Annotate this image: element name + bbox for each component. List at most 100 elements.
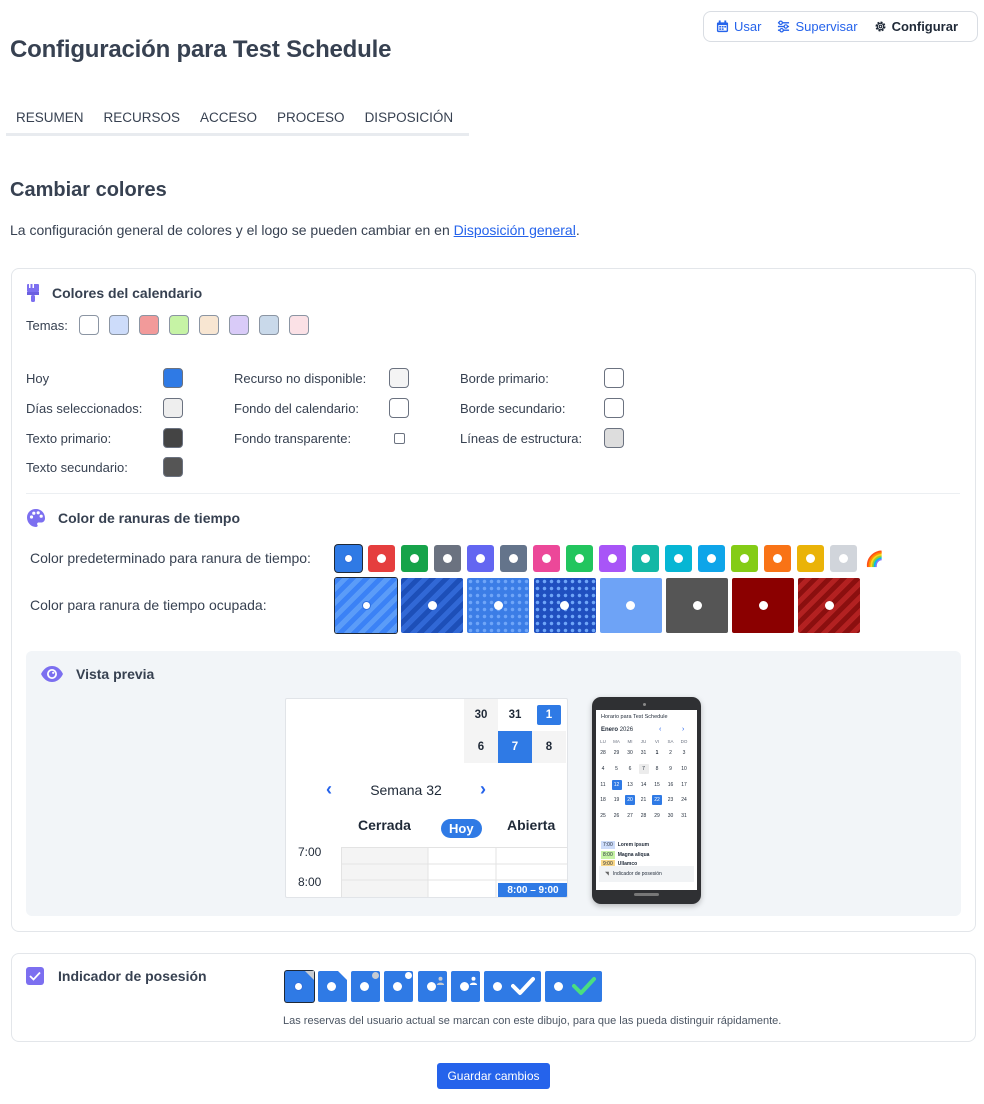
possession-style[interactable] bbox=[484, 971, 541, 1002]
possession-style[interactable] bbox=[418, 971, 447, 1002]
slot-color-swatch[interactable] bbox=[632, 545, 659, 572]
color-setting-swatch[interactable] bbox=[163, 457, 183, 477]
phone-event-time: 7:00 bbox=[601, 841, 615, 849]
transparent-checkbox[interactable] bbox=[394, 433, 405, 444]
phone-day: 26 bbox=[613, 813, 620, 820]
chevron-left-icon[interactable]: ‹ bbox=[659, 726, 661, 733]
color-setting-label: Fondo transparente: bbox=[234, 431, 352, 446]
theme-picker: Temas: bbox=[26, 315, 319, 335]
chevron-right-icon[interactable]: › bbox=[480, 779, 486, 800]
nav-use[interactable]: Usar bbox=[716, 19, 761, 34]
day-cell-selected: 7 bbox=[498, 731, 532, 763]
color-setting-swatch[interactable] bbox=[389, 368, 409, 388]
color-setting-swatch[interactable] bbox=[163, 428, 183, 448]
theme-swatch[interactable] bbox=[288, 315, 309, 335]
theme-swatch[interactable] bbox=[258, 315, 279, 335]
theme-swatch[interactable] bbox=[138, 315, 159, 335]
dog-ear-icon bbox=[338, 971, 347, 980]
camera-icon bbox=[643, 703, 646, 706]
possession-description: Las reservas del usuario actual se marca… bbox=[283, 1015, 782, 1027]
tab-layout[interactable]: DISPOSICIÓN bbox=[365, 106, 454, 133]
possession-style[interactable] bbox=[384, 971, 413, 1002]
color-setting-swatch[interactable] bbox=[389, 398, 409, 418]
corner-fold-icon bbox=[305, 971, 314, 980]
slot-color-swatch[interactable] bbox=[533, 545, 560, 572]
phone-year: 2026 bbox=[619, 727, 634, 733]
user-icon bbox=[436, 972, 445, 990]
slot-color-swatch[interactable] bbox=[797, 545, 824, 572]
color-setting-swatch[interactable] bbox=[604, 398, 624, 418]
nav-supervise[interactable]: Supervisar bbox=[777, 19, 858, 34]
general-layout-link[interactable]: Disposición general bbox=[454, 222, 576, 238]
gear-icon bbox=[875, 21, 886, 32]
color-setting-swatch[interactable] bbox=[604, 368, 624, 388]
possession-toggle[interactable]: Indicador de posesión bbox=[26, 967, 207, 985]
busy-slot-dot bbox=[758, 601, 768, 610]
tab-access[interactable]: ACCESO bbox=[200, 106, 257, 133]
slot-colors-heading: Color de ranuras de tiempo bbox=[26, 508, 240, 528]
week-navigator: ‹ Semana 32 › bbox=[326, 779, 486, 800]
slot-color-dot bbox=[377, 554, 386, 563]
busy-slot-swatch[interactable] bbox=[335, 578, 397, 633]
tab-summary[interactable]: RESUMEN bbox=[16, 106, 84, 133]
slot-color-swatch[interactable] bbox=[764, 545, 791, 572]
slot-color-swatch[interactable] bbox=[566, 545, 593, 572]
preview-heading: Vista previa bbox=[40, 665, 154, 683]
slot-color-swatch[interactable] bbox=[434, 545, 461, 572]
possession-style[interactable] bbox=[545, 971, 602, 1002]
possession-style[interactable] bbox=[451, 971, 480, 1002]
busy-slot-swatch[interactable] bbox=[533, 578, 596, 633]
busy-slot-swatch[interactable] bbox=[798, 578, 861, 633]
theme-swatch[interactable] bbox=[168, 315, 189, 335]
save-button[interactable]: Guardar cambios bbox=[437, 1063, 550, 1089]
nav-configure[interactable]: Configurar bbox=[874, 19, 958, 34]
calendar-colors-heading-label: Colores del calendario bbox=[52, 285, 203, 301]
slot-color-swatch[interactable] bbox=[368, 545, 395, 572]
phone-event-time: 8:00 bbox=[601, 850, 615, 859]
chevron-right-icon[interactable]: › bbox=[682, 726, 684, 733]
slot-color-swatch[interactable] bbox=[731, 545, 758, 572]
day-cell: 6 bbox=[464, 731, 498, 763]
themes-label: Temas: bbox=[26, 317, 68, 333]
slot-color-swatch[interactable] bbox=[401, 545, 428, 572]
color-setting-swatch[interactable] bbox=[163, 368, 183, 388]
chevron-left-icon[interactable]: ‹ bbox=[326, 779, 332, 800]
theme-swatch[interactable] bbox=[108, 315, 129, 335]
phone-day: 1 bbox=[655, 750, 659, 756]
rainbow-icon[interactable]: 🌈 bbox=[865, 550, 884, 568]
phone-day: 19 bbox=[613, 797, 620, 804]
slot-color-swatch[interactable] bbox=[830, 545, 857, 572]
checkbox-checked-icon[interactable] bbox=[26, 967, 44, 985]
possession-style[interactable] bbox=[351, 971, 380, 1002]
phone-day: 16 bbox=[667, 781, 674, 788]
busy-slot-swatch[interactable] bbox=[467, 578, 530, 633]
possession-style[interactable] bbox=[318, 971, 347, 1002]
phone-weekday: SA bbox=[667, 739, 674, 744]
theme-swatch[interactable] bbox=[78, 315, 99, 335]
busy-slot-swatch[interactable] bbox=[732, 578, 795, 633]
slot-color-swatch[interactable] bbox=[665, 545, 692, 572]
slot-color-swatch[interactable] bbox=[500, 545, 527, 572]
phone-event-label: Lorem ipsum bbox=[617, 842, 650, 848]
slot-color-swatch[interactable] bbox=[335, 545, 362, 572]
top-navigation: Usar Supervisar Configurar bbox=[703, 11, 978, 42]
slot-color-swatch[interactable] bbox=[467, 545, 494, 572]
phone-indicator: ◥ Indicador de posesión bbox=[599, 866, 694, 882]
slot-color-dot bbox=[707, 554, 716, 563]
theme-swatch[interactable] bbox=[228, 315, 249, 335]
tab-resources[interactable]: RECURSOS bbox=[104, 106, 181, 133]
slot-color-dot bbox=[839, 554, 848, 563]
busy-slot-swatch[interactable] bbox=[666, 578, 728, 633]
slot-color-swatch[interactable] bbox=[599, 545, 626, 572]
busy-slot-swatch[interactable] bbox=[401, 578, 464, 633]
tab-process[interactable]: PROCESO bbox=[277, 106, 345, 133]
slot-color-dot bbox=[773, 554, 782, 563]
color-setting-swatch[interactable] bbox=[604, 428, 624, 448]
color-setting-swatch[interactable] bbox=[163, 398, 183, 418]
possession-style[interactable] bbox=[285, 971, 314, 1002]
phone-day: 23 bbox=[667, 797, 674, 804]
theme-swatch[interactable] bbox=[198, 315, 219, 335]
slot-color-swatch[interactable] bbox=[698, 545, 725, 572]
possession-dot bbox=[554, 982, 563, 991]
busy-slot-swatch[interactable] bbox=[599, 578, 662, 633]
